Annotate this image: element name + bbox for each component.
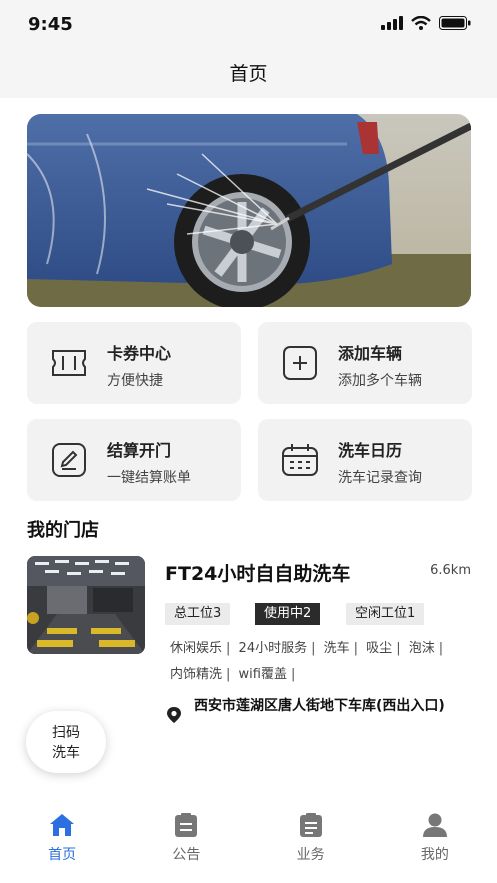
business-icon: [299, 813, 322, 837]
calendar-icon: [282, 444, 318, 476]
status-bar: 9:45: [0, 0, 497, 50]
store-address[interactable]: 西安市莲湖区唐人街地下车库(西出入口): [194, 696, 470, 716]
store-name[interactable]: FT24小时自自助洗车: [165, 559, 350, 586]
tile-subtitle: 洗车记录查询: [338, 470, 422, 486]
add-square-icon: [283, 346, 317, 380]
scan-button-line-2: 洗车: [52, 745, 80, 761]
service-tag: 泡沫: [408, 641, 435, 656]
service-tag: 内饰精洗: [170, 667, 223, 682]
tile-wash-calendar[interactable]: 洗车日历 洗车记录查询: [258, 419, 472, 501]
tile-add-vehicle[interactable]: 添加车辆 添加多个车辆: [258, 322, 472, 404]
section-title-my-store: 我的门店: [27, 520, 99, 541]
profile-icon: [422, 813, 447, 837]
tab-label: 首页: [48, 847, 77, 863]
wifi-icon: [411, 16, 431, 30]
badge-in-use: 使用中2: [255, 603, 321, 625]
system-icons: [381, 16, 471, 30]
signal-icon: [381, 16, 403, 30]
badge-free-bays: 空闲工位1: [346, 603, 425, 625]
tab-label: 我的: [420, 847, 449, 863]
battery-icon: [439, 16, 471, 30]
tile-subtitle: 添加多个车辆: [338, 373, 422, 389]
scan-button-line-1: 扫码: [52, 725, 80, 741]
service-tag: 24小时服务: [238, 641, 308, 656]
tile-coupon-center[interactable]: 卡券中心 方便快捷: [27, 322, 241, 404]
location-pin-icon: [167, 707, 181, 723]
tile-title: 洗车日历: [338, 441, 403, 460]
edit-icon: [52, 443, 86, 477]
garage-photo: [27, 556, 145, 654]
store-distance: 6.6km: [430, 563, 471, 578]
scan-wash-button[interactable]: 扫码 洗车: [26, 711, 106, 773]
service-tag: 吸尘: [366, 641, 393, 656]
service-tag: 洗车: [323, 641, 350, 656]
nav-bar: 首页: [0, 50, 497, 98]
tile-title: 卡券中心: [107, 344, 172, 363]
service-tag: wifi覆盖: [238, 667, 287, 682]
badge-total-bays: 总工位3: [165, 603, 231, 625]
service-tags-line-2: 内饰精洗 | wifi覆盖 |: [170, 667, 296, 682]
store-image[interactable]: [27, 556, 145, 654]
tile-checkout-open-door[interactable]: 结算开门 一键结算账单: [27, 419, 241, 501]
banner-image[interactable]: [27, 114, 471, 307]
service-tag: 休闲娱乐: [170, 641, 223, 656]
tile-title: 结算开门: [107, 441, 172, 460]
tile-subtitle: 方便快捷: [107, 373, 163, 389]
bottom-tab-bar: 首页 公告 业务 我的: [0, 800, 497, 883]
tab-label: 业务: [296, 847, 325, 863]
car-wash-illustration: [27, 114, 471, 307]
tab-label: 公告: [172, 847, 201, 863]
service-tags-line-1: 休闲娱乐 | 24小时服务 | 洗车 | 吸尘 | 泡沫 |: [170, 641, 444, 656]
status-time: 9:45: [28, 14, 73, 35]
tile-subtitle: 一键结算账单: [107, 470, 191, 486]
tile-title: 添加车辆: [338, 344, 403, 363]
ticket-icon: [52, 350, 86, 376]
page-title: 首页: [229, 63, 268, 85]
notice-icon: [175, 813, 198, 837]
home-icon: [50, 814, 75, 836]
service-tags: 休闲娱乐 | 24小时服务 | 洗车 | 吸尘 | 泡沫 | 内饰精洗 | wifi覆盖 |: [170, 636, 470, 688]
tab-profile[interactable]: 我的: [373, 800, 497, 883]
tab-business[interactable]: 业务: [249, 800, 373, 883]
tab-home[interactable]: 首页: [0, 800, 124, 883]
tab-notice[interactable]: 公告: [124, 800, 248, 883]
